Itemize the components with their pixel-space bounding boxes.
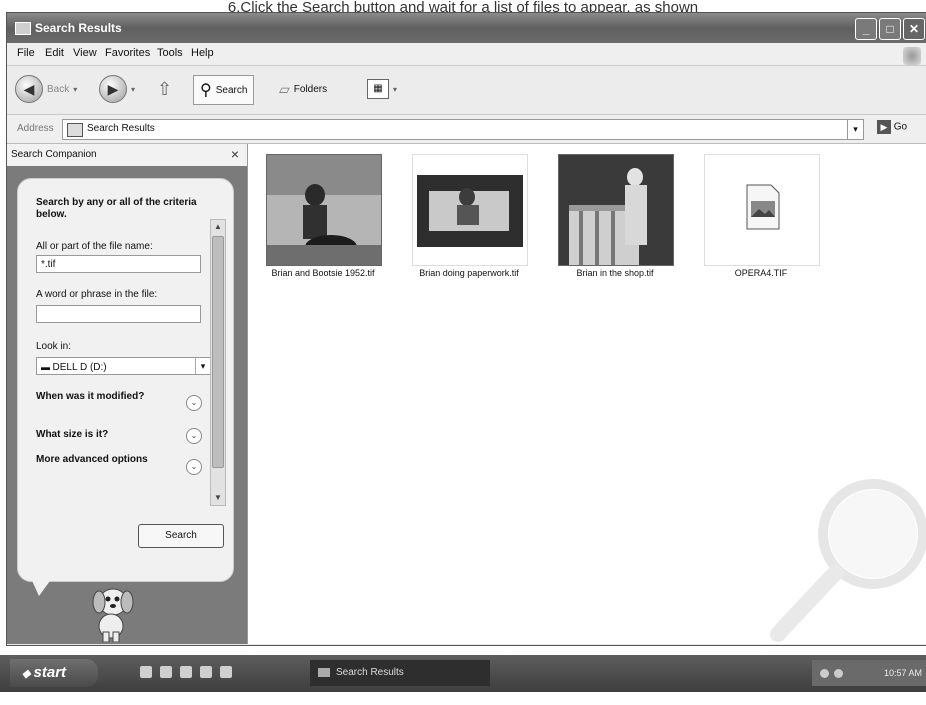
- quicklaunch-ie-icon[interactable]: [140, 666, 152, 678]
- views-icon: ▦: [367, 79, 389, 99]
- pane-header: Search Companion ×: [7, 144, 247, 166]
- file-thumbnail[interactable]: [558, 154, 674, 266]
- scroll-down-icon[interactable]: ▼: [211, 491, 225, 505]
- back-label: Back: [47, 83, 70, 95]
- menu-file[interactable]: File: [17, 47, 35, 59]
- up-folder-button[interactable]: ⇧: [157, 75, 172, 103]
- phrase-input[interactable]: [36, 305, 201, 323]
- lookin-label: Look in:: [36, 341, 72, 352]
- pane-title: Search Companion: [11, 149, 97, 160]
- search-button[interactable]: ⚲ Search: [193, 75, 255, 105]
- views-button[interactable]: ▦ ▾: [367, 75, 397, 103]
- file-thumbnail[interactable]: [412, 154, 528, 266]
- chevron-down-icon[interactable]: ⌄: [186, 428, 202, 444]
- address-label: Address: [17, 123, 54, 134]
- go-arrow-icon: ▶: [877, 120, 891, 134]
- folder-icon: [318, 668, 330, 677]
- toolbar: ◀ Back ▾ ▶ ▾ ⇧ ⚲ Search ▱ Folders ▦ ▾: [7, 66, 926, 115]
- tray-icon[interactable]: [820, 669, 829, 678]
- search-icon: ⚲: [200, 82, 212, 99]
- chevron-down-icon: ▾: [73, 84, 78, 94]
- close-button[interactable]: ✕: [903, 18, 925, 40]
- close-pane-button[interactable]: ×: [231, 146, 239, 162]
- folders-icon: ▱: [279, 80, 290, 97]
- phrase-label: A word or phrase in the file:: [36, 289, 158, 300]
- address-input[interactable]: Search Results ▾: [62, 119, 864, 140]
- scroll-thumb[interactable]: [212, 236, 224, 468]
- taskbar: ◆ start Search Results 10:57 AM: [0, 655, 926, 692]
- taskbar-item-search-results[interactable]: Search Results: [310, 660, 490, 686]
- menu-help[interactable]: Help: [191, 47, 214, 59]
- go-button[interactable]: ▶ Go: [877, 120, 907, 134]
- lookin-value: DELL D (D:): [52, 362, 107, 373]
- back-button[interactable]: ◀ Back ▾: [15, 75, 77, 103]
- chevron-down-icon[interactable]: ▾: [195, 358, 210, 374]
- search-dog-icon[interactable]: [77, 586, 147, 645]
- search-heading: Search by any or all of the criteria bel…: [36, 197, 197, 220]
- tray-icon[interactable]: [834, 669, 843, 678]
- file-name[interactable]: Brian doing paperwork.tif: [399, 268, 539, 279]
- search-companion-pane: Search Companion × Search by any or all …: [7, 144, 248, 644]
- filename-label: All or part of the file name:: [36, 241, 153, 252]
- search-submit-button[interactable]: Search: [138, 524, 224, 548]
- quicklaunch-folder-icon[interactable]: [220, 666, 232, 678]
- option-advanced[interactable]: More advanced options: [36, 454, 176, 466]
- folder-icon: [67, 123, 83, 137]
- option-when-modified[interactable]: When was it modified?: [36, 391, 176, 403]
- taskbar-item-label: Search Results: [336, 667, 404, 678]
- search-bubble: Search by any or all of the criteria bel…: [17, 178, 234, 582]
- minimize-button[interactable]: _: [855, 18, 877, 40]
- magnifier-watermark-icon: [768, 474, 926, 645]
- bubble-tail: [29, 574, 55, 596]
- chevron-down-icon[interactable]: ⌄: [186, 459, 202, 475]
- address-bar: Address Search Results ▾ ▶ Go: [7, 115, 926, 144]
- file-name[interactable]: OPERA4.TIF: [691, 268, 831, 279]
- start-button[interactable]: ◆ start: [10, 659, 98, 687]
- chevron-down-icon[interactable]: ▾: [847, 120, 863, 139]
- go-label: Go: [893, 121, 908, 133]
- chevron-down-icon[interactable]: ⌄: [186, 395, 202, 411]
- menu-favorites[interactable]: Favorites: [105, 47, 150, 59]
- file-thumbnail[interactable]: [704, 154, 820, 266]
- lookin-select[interactable]: ▬ DELL D (D:) ▾: [36, 357, 211, 375]
- file-name[interactable]: Brian and Bootsie 1952.tif: [253, 268, 393, 279]
- file-thumbnail[interactable]: [266, 154, 382, 266]
- back-arrow-icon: ◀: [15, 75, 43, 103]
- windows-logo-icon: ◆: [22, 668, 34, 680]
- menu-edit[interactable]: Edit: [45, 47, 64, 59]
- chevron-down-icon: ▾: [131, 84, 136, 94]
- chevron-down-icon: ▾: [393, 84, 398, 94]
- pane-scrollbar[interactable]: ▲ ▼: [210, 219, 226, 506]
- folder-icon: [15, 22, 31, 35]
- explorer-window: Search Results _ □ ✕ File Edit View Favo…: [6, 12, 926, 646]
- quicklaunch-media-icon[interactable]: [180, 666, 192, 678]
- option-size[interactable]: What size is it?: [36, 429, 176, 441]
- clock[interactable]: 10:57 AM: [884, 660, 922, 686]
- maximize-button[interactable]: □: [879, 18, 901, 40]
- scroll-up-icon[interactable]: ▲: [211, 220, 225, 234]
- file-name[interactable]: Brian in the shop.tif: [545, 268, 685, 279]
- menu-view[interactable]: View: [73, 47, 97, 59]
- quicklaunch-messenger-icon[interactable]: [200, 666, 212, 678]
- forward-button[interactable]: ▶ ▾: [99, 75, 135, 103]
- drive-icon: ▬: [41, 362, 53, 372]
- window-title: Search Results: [35, 21, 122, 35]
- address-value: Search Results: [87, 123, 155, 134]
- filename-input[interactable]: *.tif: [36, 255, 201, 273]
- system-tray: 10:57 AM: [812, 660, 926, 686]
- folders-button[interactable]: ▱ Folders: [279, 75, 327, 103]
- title-bar: Search Results _ □ ✕: [7, 13, 926, 43]
- menu-bar: File Edit View Favorites Tools Help: [7, 43, 926, 66]
- quicklaunch-outlook-icon[interactable]: [160, 666, 172, 678]
- windows-logo-icon: [903, 47, 921, 65]
- up-folder-icon: ⇧: [157, 78, 173, 99]
- file-list: Brian and Bootsie 1952.tif Brian doing p…: [248, 144, 926, 644]
- folders-label: Folders: [293, 83, 328, 95]
- menu-tools[interactable]: Tools: [157, 47, 183, 59]
- search-label: Search: [215, 84, 248, 96]
- forward-arrow-icon: ▶: [99, 75, 127, 103]
- start-label: start: [33, 664, 67, 681]
